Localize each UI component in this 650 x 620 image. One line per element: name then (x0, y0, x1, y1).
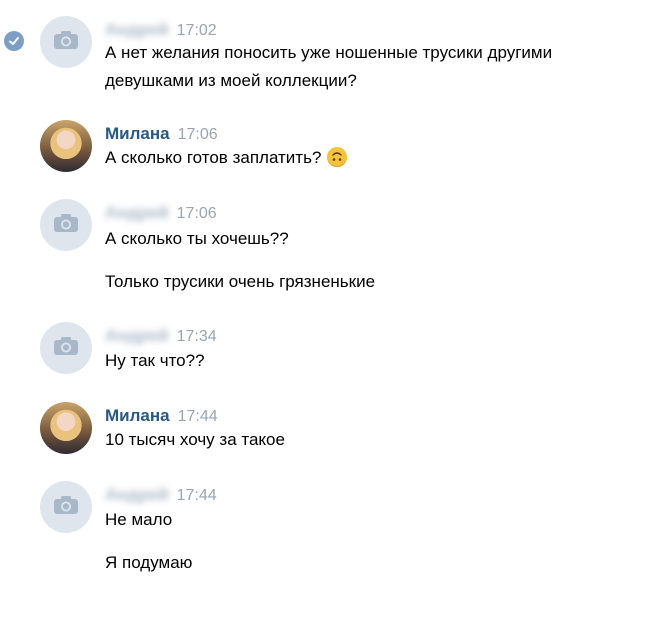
message-time[interactable]: 17:06 (177, 205, 217, 222)
sender-name[interactable]: Андрей (105, 326, 169, 346)
message-text: Не мало (105, 510, 173, 529)
message-text: Ну так что?? (105, 351, 205, 370)
message-text: девушками из моей коллекции? (105, 71, 357, 90)
message-text-row: А сколько готов заплатить? (105, 145, 348, 171)
avatar[interactable] (40, 16, 92, 68)
avatar[interactable] (40, 481, 92, 533)
sender-name[interactable]: Андрей (105, 20, 169, 40)
avatar[interactable] (40, 120, 92, 172)
message-text: А сколько готов заплатить? (105, 148, 322, 167)
sender-name[interactable]: Милана (105, 124, 170, 143)
message-time[interactable]: 17:34 (177, 328, 217, 345)
sender-name[interactable]: Милана (105, 406, 170, 425)
message-time[interactable]: 17:44 (178, 408, 218, 425)
sender-name[interactable]: Андрей (105, 203, 169, 223)
avatar[interactable] (40, 402, 92, 454)
message-text: А сколько ты хочешь?? (105, 229, 289, 248)
message-text: Только трусики очень грязненькие (105, 272, 376, 291)
message-time[interactable]: 17:44 (177, 487, 217, 504)
camera-icon (53, 30, 79, 55)
check-icon (4, 31, 24, 51)
sender-name[interactable]: Андрей (105, 485, 169, 505)
avatar[interactable] (40, 322, 92, 374)
camera-icon (53, 495, 79, 520)
camera-icon (53, 213, 79, 238)
avatar[interactable] (40, 199, 92, 251)
message-text: 10 тысяч хочу за такое (105, 430, 285, 449)
message-time[interactable]: 17:02 (177, 22, 217, 39)
message-text: А нет желания поносить уже ношенные трус… (105, 43, 553, 62)
message-time[interactable]: 17:06 (178, 126, 218, 143)
camera-icon (53, 336, 79, 361)
message-text: Я подумаю (105, 553, 193, 572)
upside-down-face-icon (327, 147, 348, 167)
